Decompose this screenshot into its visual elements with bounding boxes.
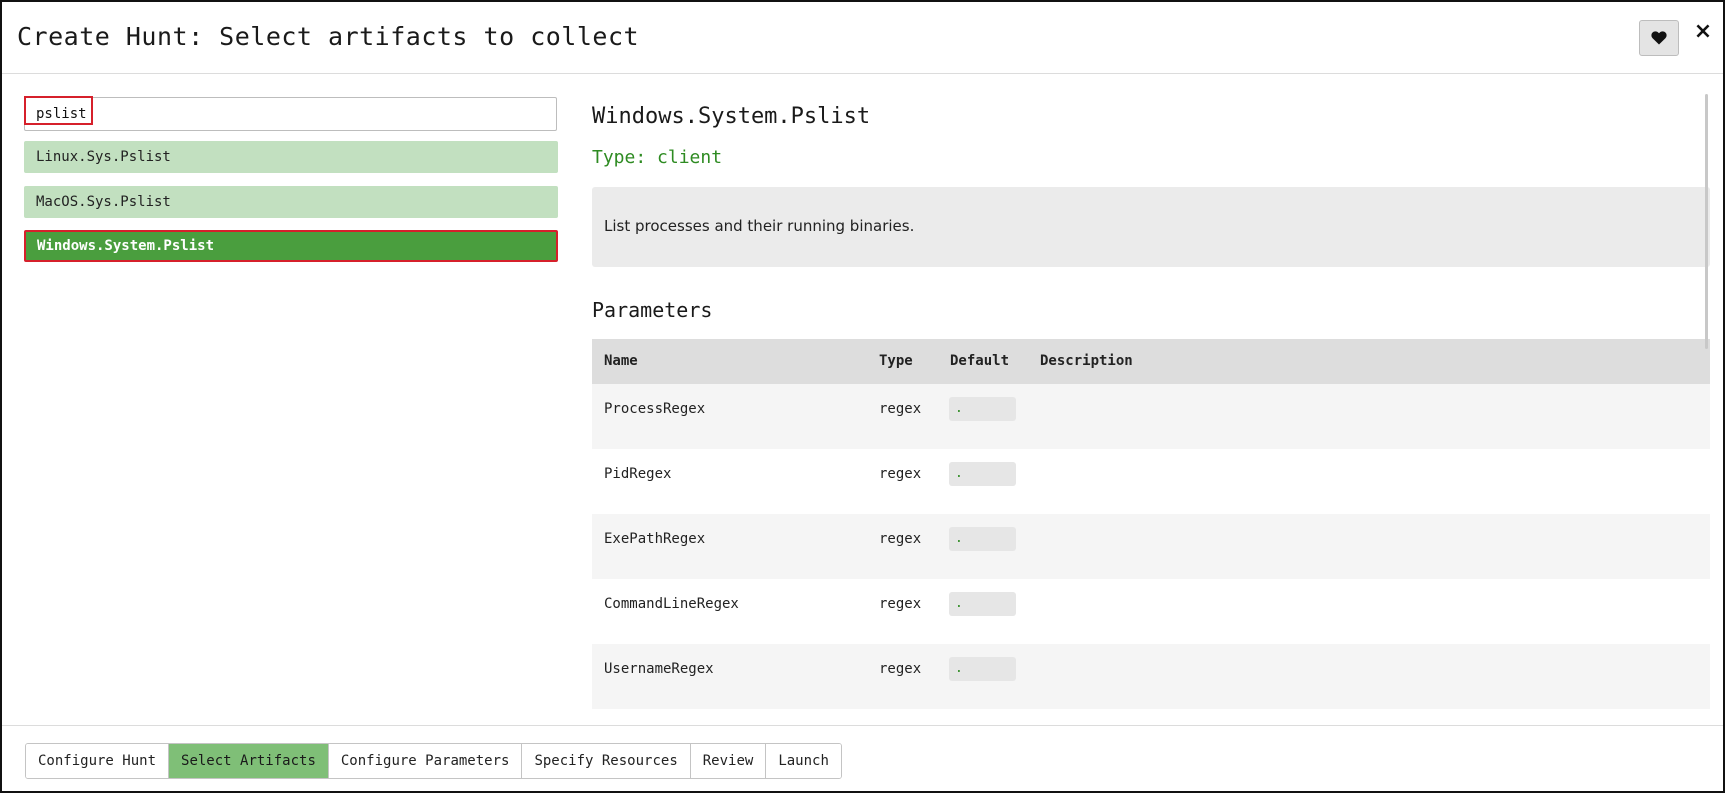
param-type: regex xyxy=(879,401,922,417)
wizard-steps: Configure Hunt Select Artifacts Configur… xyxy=(25,743,842,779)
param-default-value: . xyxy=(949,527,1016,551)
param-type: regex xyxy=(879,466,922,482)
column-header-type: Type xyxy=(879,353,913,369)
close-button[interactable]: × xyxy=(1690,16,1716,46)
artifact-search-box xyxy=(24,97,557,131)
step-select-artifacts[interactable]: Select Artifacts xyxy=(169,744,329,778)
parameters-table-header: Name Type Default Description xyxy=(592,339,1710,384)
artifact-type-label: Type: client xyxy=(592,147,723,168)
param-name: PidRegex xyxy=(604,466,672,482)
param-name: ExePathRegex xyxy=(604,531,706,547)
param-type: regex xyxy=(879,596,922,612)
step-launch[interactable]: Launch xyxy=(766,744,841,778)
param-name: ProcessRegex xyxy=(604,401,706,417)
artifact-search-input[interactable] xyxy=(25,98,556,130)
artifact-description: List processes and their running binarie… xyxy=(604,217,915,235)
heart-icon xyxy=(1651,31,1667,45)
param-default-value: . xyxy=(949,462,1016,486)
table-row: CommandLineRegex regex . xyxy=(592,579,1710,644)
dialog-title: Create Hunt: Select artifacts to collect xyxy=(17,22,640,51)
table-row: ExePathRegex regex . xyxy=(592,514,1710,579)
column-header-description: Description xyxy=(1040,353,1133,369)
param-default-value: . xyxy=(949,657,1016,681)
create-hunt-dialog: Create Hunt: Select artifacts to collect… xyxy=(0,0,1725,793)
step-configure-parameters[interactable]: Configure Parameters xyxy=(328,744,523,778)
artifact-detail-title: Windows.System.Pslist xyxy=(592,104,871,129)
table-row: PidRegex regex . xyxy=(592,449,1710,514)
parameters-heading: Parameters xyxy=(592,298,713,322)
favorite-button[interactable] xyxy=(1639,20,1679,56)
param-type: regex xyxy=(879,661,922,677)
artifact-item-macos-sys-pslist[interactable]: MacOS.Sys.Pslist xyxy=(24,186,558,218)
artifact-description-box: List processes and their running binarie… xyxy=(592,187,1710,267)
table-row: UsernameRegex regex . xyxy=(592,644,1710,709)
column-header-name: Name xyxy=(604,353,638,369)
step-configure-hunt[interactable]: Configure Hunt xyxy=(26,744,170,778)
table-row: ProcessRegex regex . xyxy=(592,384,1710,449)
param-default-value: . xyxy=(949,592,1016,616)
param-type: regex xyxy=(879,531,922,547)
step-review[interactable]: Review xyxy=(690,744,767,778)
param-name: UsernameRegex xyxy=(604,661,714,677)
dialog-header: Create Hunt: Select artifacts to collect… xyxy=(2,2,1723,74)
detail-scrollbar[interactable] xyxy=(1705,94,1708,349)
step-specify-resources[interactable]: Specify Resources xyxy=(522,744,691,778)
parameters-table: Name Type Default Description ProcessReg… xyxy=(592,339,1710,709)
column-header-default: Default xyxy=(950,353,1010,369)
footer-divider xyxy=(2,725,1723,726)
param-name: CommandLineRegex xyxy=(604,596,739,612)
artifact-item-linux-sys-pslist[interactable]: Linux.Sys.Pslist xyxy=(24,141,558,173)
artifact-item-windows-system-pslist[interactable]: Windows.System.Pslist xyxy=(24,230,558,262)
parameters-table-body: ProcessRegex regex . PidRegex regex . Ex… xyxy=(592,384,1710,709)
param-default-value: . xyxy=(949,397,1016,421)
